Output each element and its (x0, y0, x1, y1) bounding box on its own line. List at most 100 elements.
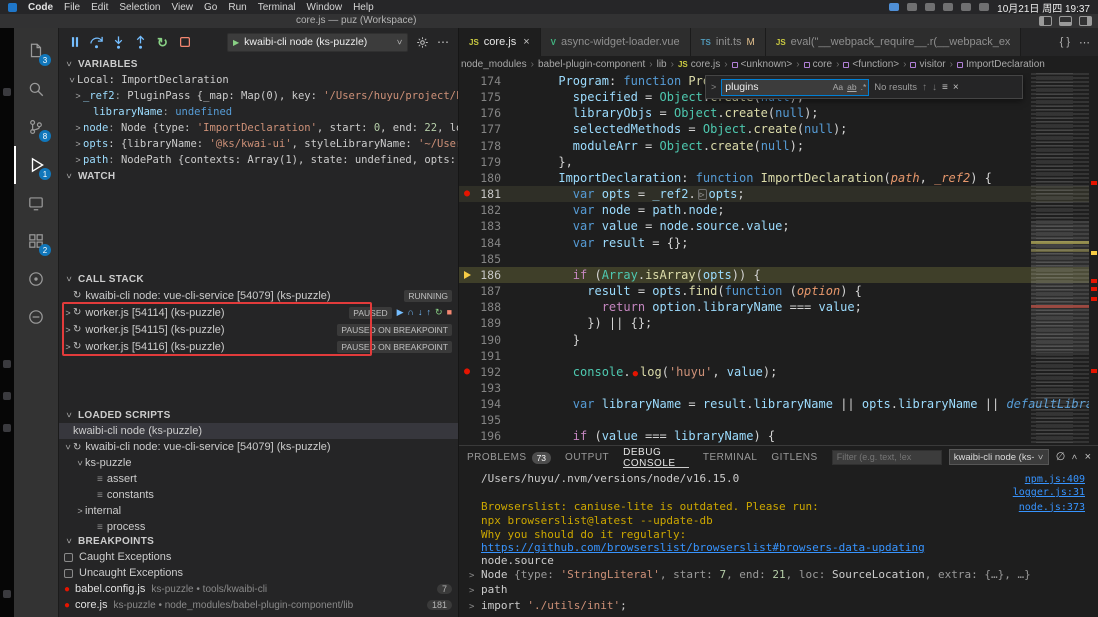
editor-tab-core-js[interactable]: JScore.js× (459, 28, 541, 56)
editor-tab-eval-webpack-require-r-webpack-ex[interactable]: JSeval("__webpack_require__.r(__webpack_… (766, 28, 1022, 56)
editor-tab-async-widget-loader-vue[interactable]: Vasync-widget-loader.vue (541, 28, 691, 56)
breadcrumb-item-babel-plugin-component[interactable]: babel-plugin-component (538, 59, 645, 70)
loaded-scripts-section-header[interactable]: > LOADED SCRIPTS (59, 407, 458, 423)
gutter-marks[interactable] (459, 89, 475, 105)
gutter-marks[interactable] (459, 73, 475, 89)
close-icon[interactable]: × (523, 36, 529, 48)
step-over-button[interactable] (89, 35, 104, 50)
step-out-button[interactable] (133, 35, 148, 50)
activity-remote-explorer[interactable] (14, 184, 58, 222)
gutter-marks[interactable] (459, 218, 475, 234)
loaded-script-ks-puzzle[interactable]: >ks-puzzle (59, 455, 458, 471)
pause-button[interactable] (67, 35, 82, 50)
stop-button[interactable] (177, 35, 192, 50)
gutter-marks[interactable] (459, 332, 475, 348)
callstack-row-kwaibi-cli-node-vue-cli-service-54079-ks[interactable]: ↻kwaibi-cli node: vue-cli-service [54079… (59, 287, 458, 304)
variables-section-header[interactable]: > VARIABLES (59, 56, 458, 72)
gutter-marks[interactable] (459, 428, 475, 444)
gutter-marks[interactable]: ● (459, 364, 475, 380)
menu-item-terminal[interactable]: Terminal (258, 2, 296, 13)
loaded-script-internal[interactable]: >internal (59, 503, 458, 519)
loaded-script-kwaibi-cli-node-vue-cli-service-54079-ks[interactable]: >↻kwaibi-cli node: vue-cli-service [5407… (59, 439, 458, 455)
gutter-marks[interactable] (459, 396, 475, 412)
panel-tab-gitlens[interactable]: GITLENS (771, 446, 817, 468)
regex-icon[interactable]: .* (859, 82, 869, 92)
activity-extensions[interactable]: 2 (14, 222, 58, 260)
gutter-marks[interactable] (459, 202, 475, 218)
call-stack-section-header[interactable]: > CALL STACK (59, 271, 458, 287)
variable-row[interactable]: >node: Node {type: 'ImportDeclaration', … (59, 120, 458, 136)
loaded-script-constants[interactable]: ≡constants (59, 487, 458, 503)
close-icon[interactable]: × (953, 82, 959, 93)
gutter-marks[interactable] (459, 154, 475, 170)
breakpoints-section-header[interactable]: > BREAKPOINTS (59, 533, 458, 549)
minimap[interactable] (1031, 73, 1089, 445)
panel-tab-terminal[interactable]: TERMINAL (703, 446, 758, 468)
next-match-icon[interactable]: ↓ (932, 82, 937, 93)
breadcrumb-item-visitor[interactable]: visitor (910, 59, 945, 70)
variables-scope-row[interactable]: > Local: ImportDeclaration (59, 72, 458, 88)
console-filter-input[interactable] (832, 450, 942, 465)
toggle-secondary-sidebar-icon[interactable] (1079, 16, 1092, 26)
clear-console-icon[interactable]: ∅ (1056, 452, 1066, 463)
source-link[interactable]: logger.js:31 (1013, 486, 1098, 499)
gutter-marks[interactable] (459, 251, 475, 267)
menu-item-run[interactable]: Run (228, 2, 246, 13)
whole-word-icon[interactable]: ab (845, 82, 858, 92)
breakpoint-icon[interactable]: ● (464, 186, 470, 202)
breakpoint-caught-exceptions[interactable]: Caught Exceptions (59, 549, 458, 565)
editor-tab-init-ts[interactable]: TSinit.tsM (691, 28, 766, 56)
code-editor[interactable]: 174 Program: function Program() {175 spe… (459, 73, 1098, 445)
more-actions-icon[interactable]: ⋯ (1079, 36, 1090, 49)
breadcrumb-item-lib[interactable]: lib (657, 59, 667, 70)
breadcrumb-item-core-js[interactable]: JScore.js (678, 59, 720, 70)
checkbox-icon[interactable] (64, 569, 73, 578)
match-case-icon[interactable]: Aa (831, 82, 845, 92)
variable-row[interactable]: >opts: {libraryName: '@ks/kwai-ui', styl… (59, 136, 458, 152)
control-center-icon[interactable] (979, 3, 989, 11)
toggle-replace-icon[interactable]: > (711, 82, 716, 92)
maximize-panel-icon[interactable]: > (1070, 454, 1080, 459)
gutter-marks[interactable] (459, 121, 475, 137)
dock-icon[interactable] (3, 360, 11, 368)
breakpoint-core-js[interactable]: ●core.jsks-puzzle • node_modules/babel-p… (59, 597, 458, 613)
expand-chevron-icon[interactable]: > (469, 585, 481, 598)
gutter-marks[interactable] (459, 315, 475, 331)
checkbox-icon[interactable] (64, 553, 73, 562)
menu-item-go[interactable]: Go (204, 2, 217, 13)
menu-item-help[interactable]: Help (353, 2, 374, 13)
braces-icon[interactable]: { } (1060, 36, 1070, 48)
find-input[interactable] (722, 81, 830, 93)
callstack-row-worker-js-54114-ks-puzzle[interactable]: >↻worker.js [54114] (ks-puzzle)PAUSED▶∩↓… (59, 304, 458, 321)
callstack-row-worker-js-54115-ks-puzzle[interactable]: >↻worker.js [54115] (ks-puzzle)PAUSED ON… (59, 321, 458, 338)
menu-item-file[interactable]: File (64, 2, 80, 13)
panel-tab-debug-console[interactable]: DEBUG CONSOLE (623, 446, 689, 468)
status-icon[interactable] (907, 3, 917, 11)
inline-breakpoint-icon[interactable]: ● (633, 369, 638, 379)
variable-row[interactable]: >_ref2: PluginPass {_map: Map(0), key: '… (59, 88, 458, 104)
breadcrumb-item-importdeclaration[interactable]: ImportDeclaration (957, 59, 1045, 70)
activity-live-share[interactable] (14, 260, 58, 298)
gutter-marks[interactable] (459, 138, 475, 154)
gutter-marks[interactable] (459, 267, 475, 283)
source-link[interactable]: npm.js:409 (1025, 473, 1098, 486)
wifi-icon[interactable] (943, 3, 953, 11)
menu-item-view[interactable]: View (172, 2, 194, 13)
variable-row[interactable]: >path: NodePath {contexts: Array(1), sta… (59, 152, 458, 168)
previous-match-icon[interactable]: ↑ (922, 82, 927, 93)
expand-chevron-icon[interactable]: > (469, 601, 481, 614)
menu-clock[interactable]: 10月21日 周四 19:37 (997, 0, 1090, 15)
close-panel-icon[interactable]: × (1085, 452, 1091, 463)
breakpoint-icon[interactable]: ● (464, 364, 470, 380)
activity-run-and-debug[interactable]: 1 (14, 146, 58, 184)
row-debug-toolbar[interactable]: ▶∩↓↑↻■ (397, 307, 452, 318)
find-in-selection-icon[interactable]: ≡ (942, 82, 948, 93)
expand-chevron-icon[interactable]: > (469, 570, 481, 583)
panel-tab-problems[interactable]: PROBLEMS73 (467, 446, 551, 468)
breakpoint-babel-config-js[interactable]: ●babel.config.jsks-puzzle • tools/kwaibi… (59, 581, 458, 597)
panel-tab-output[interactable]: OUTPUT (565, 446, 609, 468)
debug-console-output[interactable]: /Users/huyu/.nvm/versions/node/v16.15.0n… (459, 468, 1098, 614)
callstack-row-worker-js-54116-ks-puzzle[interactable]: >↻worker.js [54116] (ks-puzzle)PAUSED ON… (59, 338, 458, 355)
source-link[interactable]: node.js:373 (1019, 501, 1098, 514)
loaded-script-assert[interactable]: ≡assert (59, 471, 458, 487)
